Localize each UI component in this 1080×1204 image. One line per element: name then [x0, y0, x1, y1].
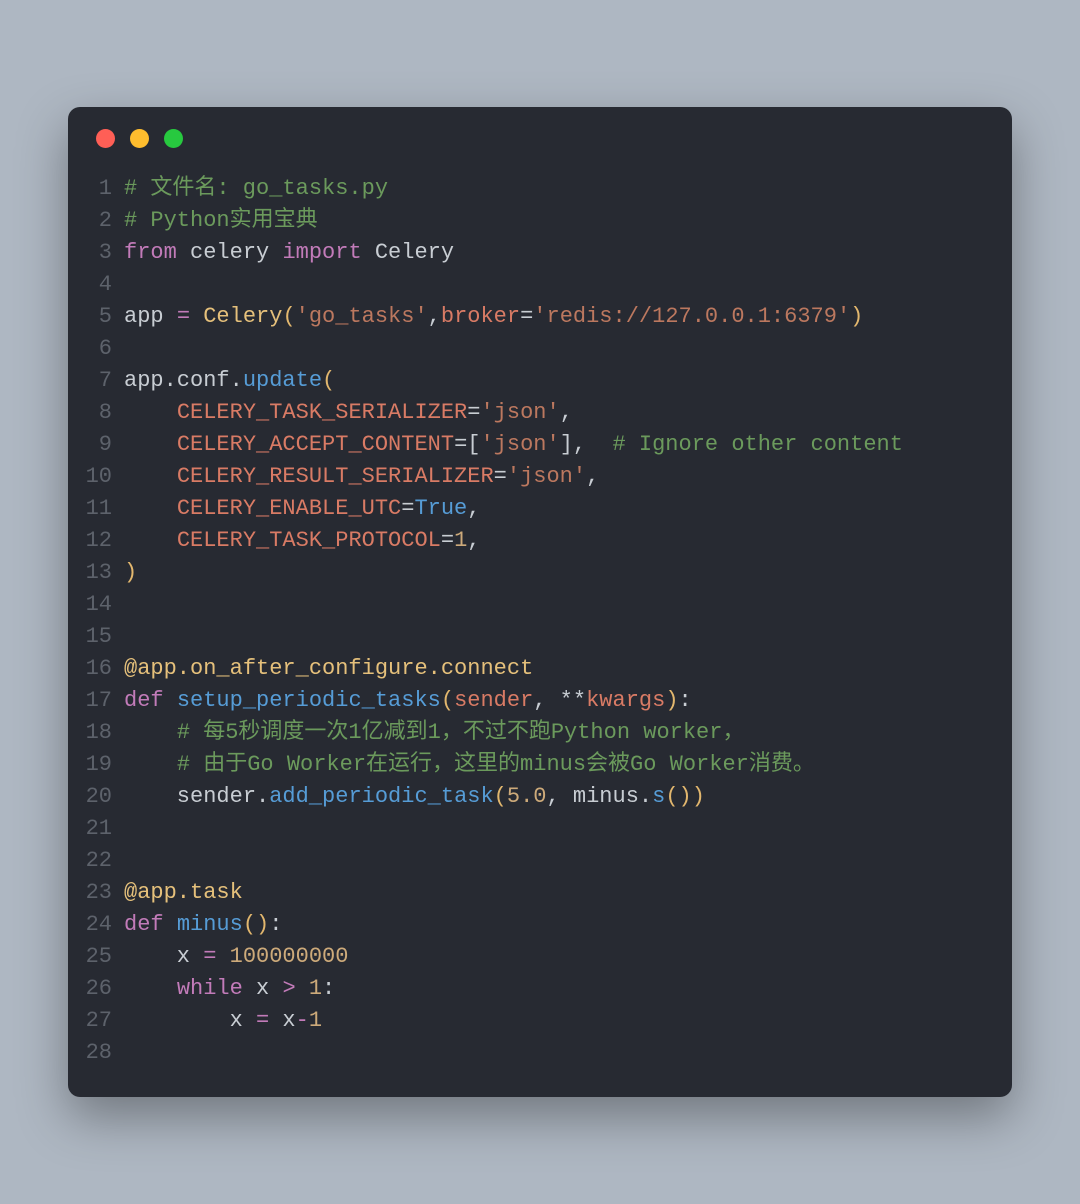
code-line[interactable]: 3from celery import Celery — [76, 237, 988, 269]
line-number: 22 — [76, 845, 124, 877]
code-line[interactable]: 7app.conf.update( — [76, 365, 988, 397]
code-text[interactable] — [124, 333, 137, 365]
code-line[interactable]: 24def minus(): — [76, 909, 988, 941]
line-number: 2 — [76, 205, 124, 237]
code-text[interactable]: from celery import Celery — [124, 237, 454, 269]
line-number: 20 — [76, 781, 124, 813]
line-number: 1 — [76, 173, 124, 205]
code-text[interactable]: sender.add_periodic_task(5.0, minus.s()) — [124, 781, 705, 813]
code-text[interactable]: @app.task — [124, 877, 243, 909]
code-text[interactable]: CELERY_TASK_PROTOCOL=1, — [124, 525, 480, 557]
code-text[interactable]: CELERY_ACCEPT_CONTENT=['json'], # Ignore… — [124, 429, 903, 461]
code-text[interactable]: ) — [124, 557, 137, 589]
line-number: 13 — [76, 557, 124, 589]
code-line[interactable]: 20 sender.add_periodic_task(5.0, minus.s… — [76, 781, 988, 813]
code-line[interactable]: 17def setup_periodic_tasks(sender, **kwa… — [76, 685, 988, 717]
line-number: 21 — [76, 813, 124, 845]
code-line[interactable]: 21 — [76, 813, 988, 845]
code-text[interactable]: CELERY_RESULT_SERIALIZER='json', — [124, 461, 599, 493]
line-number: 18 — [76, 717, 124, 749]
code-line[interactable]: 4 — [76, 269, 988, 301]
code-text[interactable]: x = 100000000 — [124, 941, 348, 973]
code-text[interactable]: app.conf.update( — [124, 365, 335, 397]
code-line[interactable]: 9 CELERY_ACCEPT_CONTENT=['json'], # Igno… — [76, 429, 988, 461]
window-titlebar — [68, 107, 1012, 169]
line-number: 17 — [76, 685, 124, 717]
code-line[interactable]: 10 CELERY_RESULT_SERIALIZER='json', — [76, 461, 988, 493]
code-line[interactable]: 1# 文件名: go_tasks.py — [76, 173, 988, 205]
code-line[interactable]: 23@app.task — [76, 877, 988, 909]
line-number: 7 — [76, 365, 124, 397]
code-text[interactable]: # 文件名: go_tasks.py — [124, 173, 388, 205]
line-number: 19 — [76, 749, 124, 781]
line-number: 10 — [76, 461, 124, 493]
code-text[interactable]: def setup_periodic_tasks(sender, **kwarg… — [124, 685, 692, 717]
code-text[interactable]: CELERY_TASK_SERIALIZER='json', — [124, 397, 573, 429]
line-number: 5 — [76, 301, 124, 333]
code-text[interactable]: @app.on_after_configure.connect — [124, 653, 533, 685]
code-line[interactable]: 12 CELERY_TASK_PROTOCOL=1, — [76, 525, 988, 557]
code-line[interactable]: 13) — [76, 557, 988, 589]
line-number: 15 — [76, 621, 124, 653]
line-number: 12 — [76, 525, 124, 557]
code-line[interactable]: 5app = Celery('go_tasks',broker='redis:/… — [76, 301, 988, 333]
code-editor[interactable]: 1# 文件名: go_tasks.py2# Python实用宝典3from ce… — [68, 169, 1012, 1069]
code-text[interactable] — [124, 813, 137, 845]
code-text[interactable]: # 每5秒调度一次1亿减到1，不过不跑Python worker， — [124, 717, 744, 749]
line-number: 24 — [76, 909, 124, 941]
code-text[interactable] — [124, 589, 137, 621]
code-text[interactable]: app = Celery('go_tasks',broker='redis://… — [124, 301, 863, 333]
line-number: 3 — [76, 237, 124, 269]
code-window: 1# 文件名: go_tasks.py2# Python实用宝典3from ce… — [68, 107, 1012, 1097]
code-line[interactable]: 19 # 由于Go Worker在运行，这里的minus会被Go Worker消… — [76, 749, 988, 781]
code-text[interactable]: CELERY_ENABLE_UTC=True, — [124, 493, 480, 525]
code-line[interactable]: 14 — [76, 589, 988, 621]
line-number: 4 — [76, 269, 124, 301]
line-number: 28 — [76, 1037, 124, 1069]
line-number: 8 — [76, 397, 124, 429]
code-text[interactable] — [124, 1037, 137, 1069]
line-number: 27 — [76, 1005, 124, 1037]
line-number: 14 — [76, 589, 124, 621]
code-text[interactable]: def minus(): — [124, 909, 282, 941]
code-text[interactable]: # Python实用宝典 — [124, 205, 318, 237]
code-text[interactable]: x = x-1 — [124, 1005, 322, 1037]
code-line[interactable]: 6 — [76, 333, 988, 365]
code-line[interactable]: 18 # 每5秒调度一次1亿减到1，不过不跑Python worker， — [76, 717, 988, 749]
code-line[interactable]: 15 — [76, 621, 988, 653]
line-number: 25 — [76, 941, 124, 973]
minimize-icon[interactable] — [130, 129, 149, 148]
zoom-icon[interactable] — [164, 129, 183, 148]
code-line[interactable]: 2# Python实用宝典 — [76, 205, 988, 237]
code-line[interactable]: 16@app.on_after_configure.connect — [76, 653, 988, 685]
line-number: 9 — [76, 429, 124, 461]
code-text[interactable]: # 由于Go Worker在运行，这里的minus会被Go Worker消费。 — [124, 749, 815, 781]
line-number: 16 — [76, 653, 124, 685]
line-number: 23 — [76, 877, 124, 909]
code-text[interactable]: while x > 1: — [124, 973, 335, 1005]
code-line[interactable]: 22 — [76, 845, 988, 877]
code-text[interactable] — [124, 621, 137, 653]
line-number: 6 — [76, 333, 124, 365]
code-line[interactable]: 25 x = 100000000 — [76, 941, 988, 973]
code-line[interactable]: 28 — [76, 1037, 988, 1069]
line-number: 11 — [76, 493, 124, 525]
code-line[interactable]: 11 CELERY_ENABLE_UTC=True, — [76, 493, 988, 525]
code-line[interactable]: 26 while x > 1: — [76, 973, 988, 1005]
code-text[interactable] — [124, 269, 137, 301]
code-line[interactable]: 27 x = x-1 — [76, 1005, 988, 1037]
close-icon[interactable] — [96, 129, 115, 148]
line-number: 26 — [76, 973, 124, 1005]
code-text[interactable] — [124, 845, 137, 877]
code-line[interactable]: 8 CELERY_TASK_SERIALIZER='json', — [76, 397, 988, 429]
